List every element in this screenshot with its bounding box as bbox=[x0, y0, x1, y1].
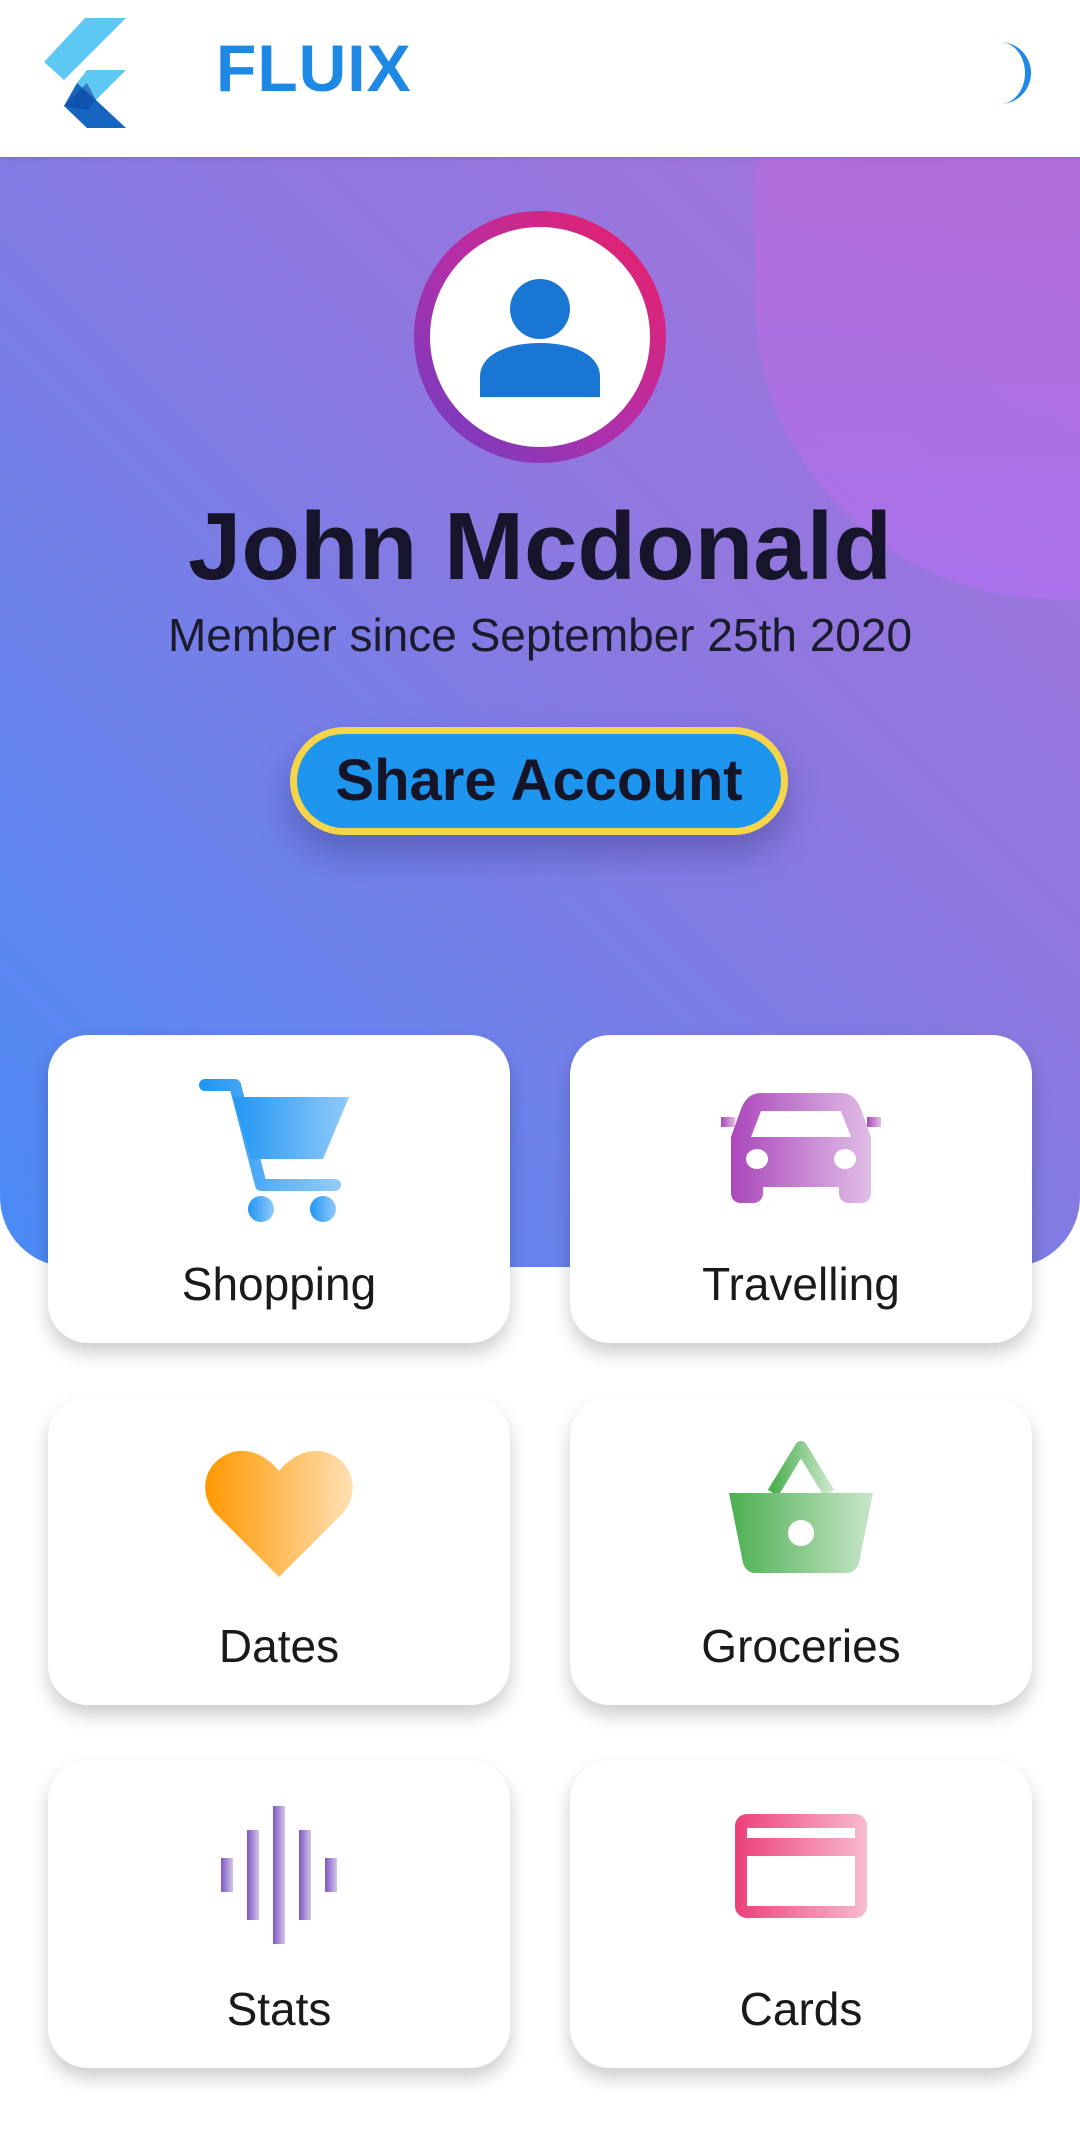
card-label: Groceries bbox=[701, 1620, 901, 1672]
card-label: Cards bbox=[739, 1983, 863, 2035]
avatar bbox=[414, 211, 666, 463]
shopping-cart-icon bbox=[199, 1079, 349, 1222]
app-title: FLUIX bbox=[216, 31, 412, 105]
graphic-eq-icon bbox=[221, 1806, 337, 1944]
heart-icon bbox=[205, 1450, 353, 1577]
share-account-button[interactable]: Share Account bbox=[290, 727, 788, 835]
card-label: Travelling bbox=[702, 1258, 900, 1310]
card-travelling[interactable]: Travelling bbox=[570, 1035, 1032, 1343]
basket-icon bbox=[729, 1441, 873, 1573]
card-cards[interactable]: Cards bbox=[570, 1760, 1032, 2068]
card-label: Stats bbox=[226, 1983, 332, 2035]
user-name: John Mcdonald bbox=[188, 493, 892, 600]
card-label: Shopping bbox=[181, 1258, 377, 1310]
person-icon bbox=[480, 279, 600, 397]
card-shopping[interactable]: Shopping bbox=[48, 1035, 510, 1343]
credit-card-icon bbox=[735, 1814, 867, 1918]
card-dates[interactable]: Dates bbox=[48, 1397, 510, 1705]
member-since-text: Member since September 25th 2020 bbox=[167, 609, 913, 661]
flutter-logo-icon bbox=[44, 18, 126, 128]
card-label: Dates bbox=[218, 1620, 340, 1672]
card-groceries[interactable]: Groceries bbox=[570, 1397, 1032, 1705]
car-icon bbox=[721, 1093, 881, 1203]
app-bar: FLUIX bbox=[0, 0, 1080, 157]
moon-icon[interactable] bbox=[980, 38, 1036, 108]
card-stats[interactable]: Stats bbox=[48, 1760, 510, 2068]
